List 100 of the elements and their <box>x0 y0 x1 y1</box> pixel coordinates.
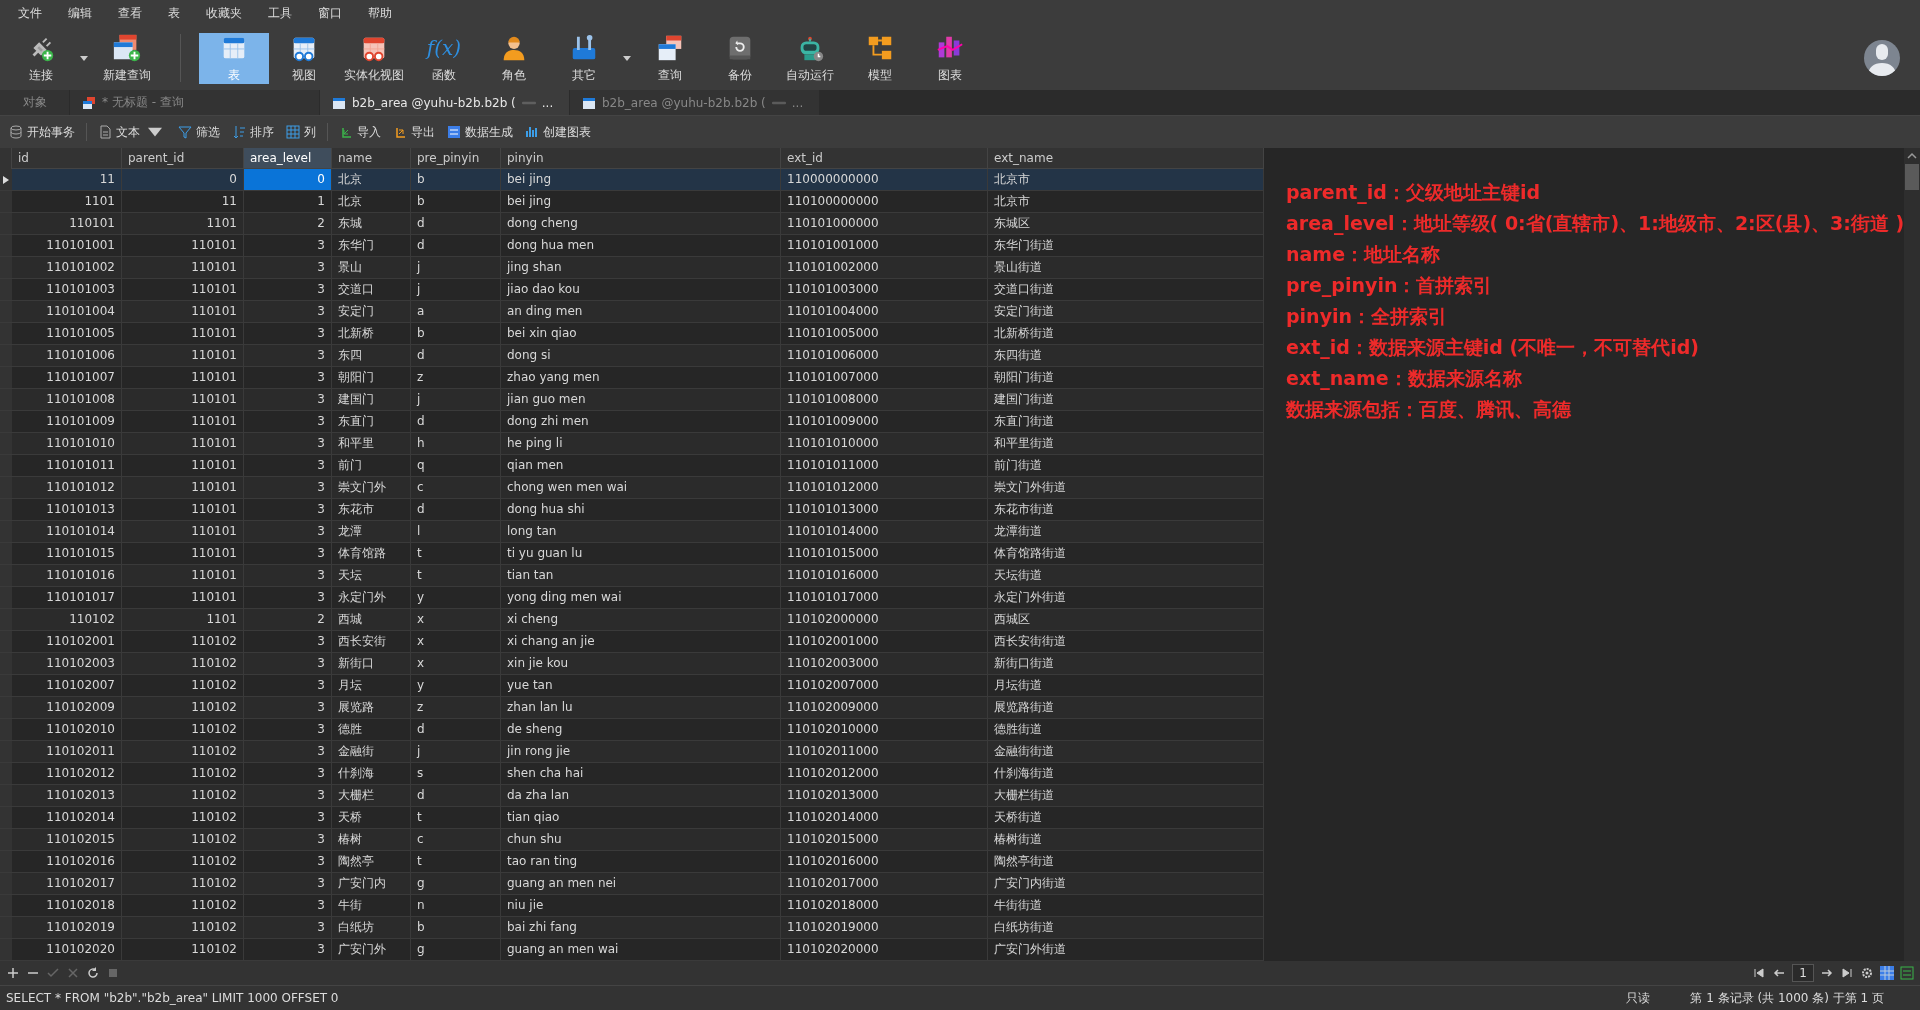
toolbar-button[interactable]: 视图 <box>269 32 339 84</box>
table-cell: 朝阳门街道 <box>988 367 1264 389</box>
toolbar-button[interactable]: 新建查询 <box>92 32 162 84</box>
first-page-icon[interactable] <box>1752 966 1766 980</box>
table-cell: 110101005000 <box>781 323 988 345</box>
toolbar-button[interactable]: 导入 <box>334 120 386 144</box>
toolbar-button[interactable]: 查询 <box>635 32 705 84</box>
toolbar-button[interactable]: 文本 <box>93 120 171 144</box>
table-cell: 110102010000 <box>781 719 988 741</box>
table-cell: 东华门街道 <box>988 235 1264 257</box>
menu-item[interactable]: 收藏夹 <box>194 2 254 24</box>
table-cell: 3 <box>244 323 332 345</box>
menu-item[interactable]: 工具 <box>256 2 304 24</box>
stop-icon[interactable] <box>106 966 120 980</box>
table-cell: 3 <box>244 719 332 741</box>
page-number-field[interactable]: 1 <box>1792 964 1814 982</box>
table-cell: d <box>411 499 501 521</box>
table-cell: t <box>411 807 501 829</box>
table-cell: 110000000000 <box>781 169 988 191</box>
table-cell: tao ran ting <box>501 851 781 873</box>
table-cell: 110101 <box>122 543 244 565</box>
check-icon[interactable] <box>46 966 60 980</box>
table-cell: shen cha hai <box>501 763 781 785</box>
tab[interactable]: b2b_area @yuhu-b2b.b2b ( ... <box>570 90 820 115</box>
table-cell: 110101009000 <box>781 411 988 433</box>
column-header[interactable]: ext_id <box>781 148 988 169</box>
toolbar-button[interactable]: 自动运行 <box>775 32 845 84</box>
column-header[interactable]: id <box>12 148 122 169</box>
menu-item[interactable]: 帮助 <box>356 2 404 24</box>
menu-item[interactable]: 文件 <box>6 2 54 24</box>
table-cell: 1101 <box>12 191 122 213</box>
column-header[interactable]: ext_name <box>988 148 1264 169</box>
table-cell: 110101 <box>122 235 244 257</box>
function-icon: f(x) <box>426 32 462 63</box>
tab[interactable]: b2b_area @yuhu-b2b.b2b ( ... <box>320 90 570 115</box>
table-cell: 110102014000 <box>781 807 988 829</box>
table-cell: yue tan <box>501 675 781 697</box>
column-header[interactable]: name <box>332 148 411 169</box>
tab[interactable]: * 无标题 - 查询 <box>70 90 320 115</box>
toolbar-button[interactable]: 开始事务 <box>4 120 80 144</box>
query-icon <box>82 95 96 110</box>
toolbar-button[interactable]: 导出 <box>388 120 440 144</box>
table-cell: 广安门外 <box>332 939 411 961</box>
column-header[interactable]: pre_pinyin <box>411 148 501 169</box>
table-cell: 3 <box>244 807 332 829</box>
column-header[interactable]: area_level <box>244 148 332 169</box>
table-cell: 110102 <box>122 631 244 653</box>
form-view-icon[interactable] <box>1900 966 1914 980</box>
table-cell: 北京 <box>332 169 411 191</box>
table-cell: 110102 <box>122 719 244 741</box>
table-cell: 西长安街 <box>332 631 411 653</box>
toolbar-button[interactable]: 角色 <box>479 32 549 84</box>
table-cell: 牛街街道 <box>988 895 1264 917</box>
toolbar-button[interactable]: f(x) 函数 <box>409 32 479 84</box>
last-page-icon[interactable] <box>1840 966 1854 980</box>
table-cell: 110102007 <box>12 675 122 697</box>
toolbar-button[interactable]: 模型 <box>845 32 915 84</box>
refresh-icon[interactable] <box>86 966 100 980</box>
column-header[interactable]: pinyin <box>501 148 781 169</box>
plus-icon[interactable] <box>6 966 20 980</box>
toolbar-button[interactable]: 图表 <box>915 32 985 84</box>
table-cell: b <box>411 169 501 191</box>
scrollbar-thumb[interactable] <box>1905 164 1919 190</box>
table-cell: 东花市街道 <box>988 499 1264 521</box>
table-cell: 110101 <box>122 367 244 389</box>
table-cell: 体育馆路 <box>332 543 411 565</box>
toolbar-button[interactable]: 排序 <box>227 120 279 144</box>
menu-item[interactable]: 表 <box>156 2 192 24</box>
table-cell: 朝阳门 <box>332 367 411 389</box>
annotation-text: 数据来源包括：百度、腾讯、高德 <box>1286 397 1571 422</box>
menu-item[interactable]: 查看 <box>106 2 154 24</box>
table-cell: 110102001 <box>12 631 122 653</box>
annotation-text: ext_id：数据来源主键id (不唯一，不可替代id) <box>1286 335 1700 361</box>
table-cell: 3 <box>244 411 332 433</box>
table-cell: 3 <box>244 895 332 917</box>
menu-item[interactable]: 窗口 <box>306 2 354 24</box>
table-cell: z <box>411 367 501 389</box>
toolbar-button[interactable]: 筛选 <box>173 120 225 144</box>
table-cell: 0 <box>122 169 244 191</box>
table-icon <box>332 95 346 110</box>
table-cell: dong zhi men <box>501 411 781 433</box>
table-cell: 110102 <box>122 939 244 961</box>
table-cell: 110102020000 <box>781 939 988 961</box>
toolbar-button[interactable]: 数据生成 <box>442 120 518 144</box>
table-cell: ti yu guan lu <box>501 543 781 565</box>
toolbar-button[interactable]: 其它 <box>549 32 619 84</box>
toolbar-button[interactable]: 备份 <box>705 32 775 84</box>
row-header[interactable] <box>0 169 12 191</box>
column-header[interactable]: parent_id <box>122 148 244 169</box>
tab[interactable]: 对象 <box>0 90 70 115</box>
toolbar-button[interactable]: 创建图表 <box>520 120 596 144</box>
settings-icon[interactable] <box>1860 966 1874 980</box>
table-cell: 3 <box>244 851 332 873</box>
close-icon[interactable] <box>66 966 80 980</box>
toolbar-button[interactable]: 实体化视图 <box>339 32 409 84</box>
toolbar-button[interactable]: 连接 <box>6 32 76 84</box>
toolbar-button[interactable]: 列 <box>281 120 321 144</box>
menu-item[interactable]: 编辑 <box>56 2 104 24</box>
table-cell: j <box>411 279 501 301</box>
grid-view-icon[interactable] <box>1880 966 1894 980</box>
